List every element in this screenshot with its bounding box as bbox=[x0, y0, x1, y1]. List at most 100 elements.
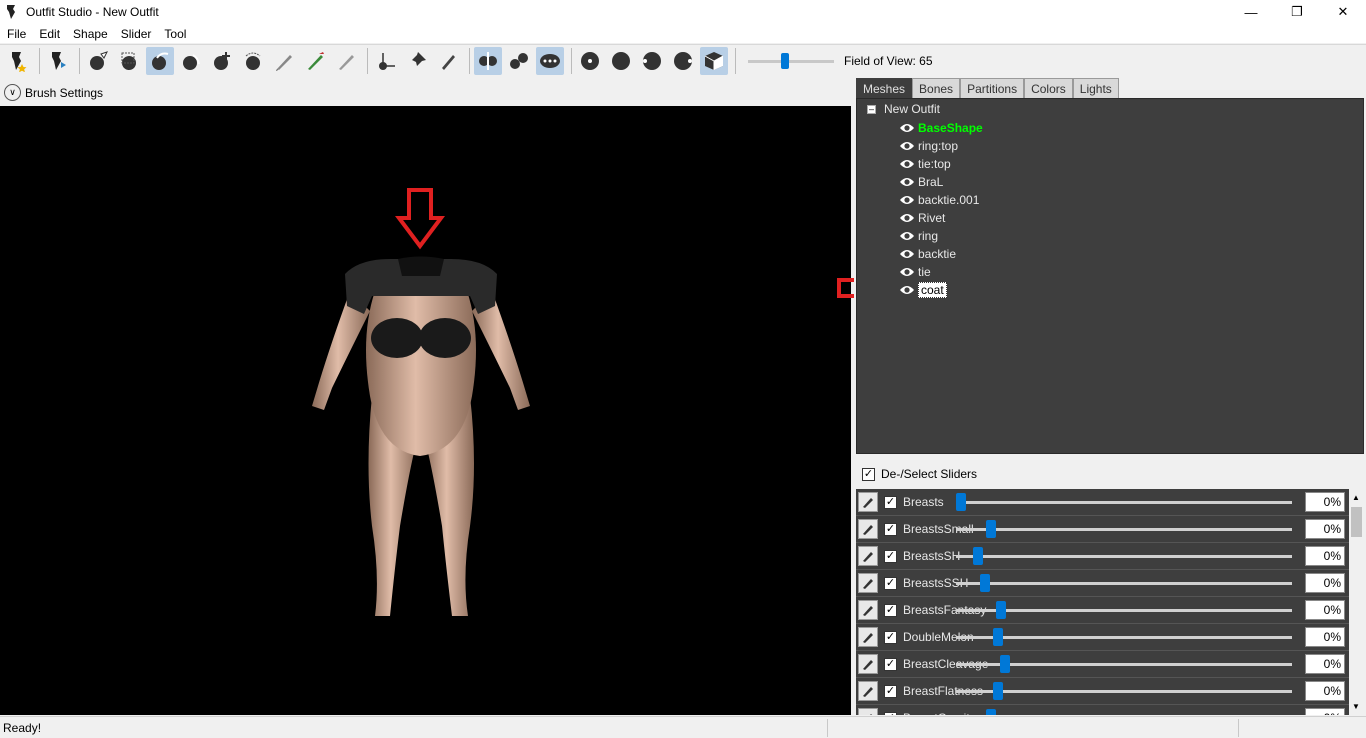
scroll-up-icon[interactable]: ▲ bbox=[1352, 493, 1360, 502]
mesh-item[interactable]: Rivet bbox=[899, 209, 983, 227]
slider-track[interactable] bbox=[956, 609, 1292, 612]
edit-slider-button[interactable] bbox=[858, 492, 878, 512]
sliders-header[interactable]: ✓ De-/Select Sliders bbox=[856, 462, 1364, 486]
slider-thumb[interactable] bbox=[980, 574, 990, 592]
eye-icon[interactable] bbox=[899, 284, 915, 296]
slider-checkbox[interactable]: ✓ bbox=[884, 657, 897, 671]
mesh-item[interactable]: backtie.001 bbox=[899, 191, 983, 209]
slider-track[interactable] bbox=[956, 582, 1292, 585]
close-button[interactable]: ✕ bbox=[1320, 0, 1366, 24]
edit-slider-button[interactable] bbox=[858, 627, 878, 647]
slider-thumb[interactable] bbox=[986, 709, 996, 715]
eye-icon[interactable] bbox=[899, 230, 915, 242]
minimize-button[interactable]: — bbox=[1228, 0, 1274, 24]
mesh-item[interactable]: ring:top bbox=[899, 137, 983, 155]
view-back-button[interactable] bbox=[607, 47, 635, 75]
slider-checkbox[interactable]: ✓ bbox=[884, 630, 897, 644]
slider-value-field[interactable]: 0% bbox=[1305, 519, 1345, 539]
mesh-item[interactable]: ring bbox=[899, 227, 983, 245]
slider-value-field[interactable]: 0% bbox=[1305, 654, 1345, 674]
move-tool-button[interactable] bbox=[208, 47, 236, 75]
edit-slider-button[interactable] bbox=[858, 600, 878, 620]
view-front-button[interactable] bbox=[576, 47, 604, 75]
scroll-down-icon[interactable]: ▼ bbox=[1352, 702, 1360, 711]
mesh-item[interactable]: coat bbox=[899, 281, 983, 299]
tab-lights[interactable]: Lights bbox=[1072, 78, 1119, 98]
slider-thumb[interactable] bbox=[996, 601, 1006, 619]
menu-shape[interactable]: Shape bbox=[66, 27, 114, 41]
tab-partitions[interactable]: Partitions bbox=[960, 78, 1025, 98]
3d-viewport[interactable] bbox=[0, 106, 851, 715]
inflate-tool-button[interactable] bbox=[146, 46, 174, 75]
save-project-button[interactable] bbox=[44, 47, 72, 75]
fov-slider[interactable] bbox=[748, 51, 834, 71]
mask-tool-button[interactable] bbox=[115, 47, 143, 75]
tab-colors[interactable]: Colors bbox=[1024, 78, 1073, 98]
edit-slider-button[interactable] bbox=[858, 546, 878, 566]
view-right-button[interactable] bbox=[669, 47, 697, 75]
slider-checkbox[interactable]: ✓ bbox=[884, 549, 897, 563]
edit-slider-button[interactable] bbox=[858, 708, 878, 715]
global-brush-button[interactable] bbox=[536, 46, 564, 75]
eye-icon[interactable] bbox=[899, 122, 915, 134]
smooth-tool-button[interactable] bbox=[239, 47, 267, 75]
slider-list-scrollbar[interactable]: ▲ ▼ bbox=[1349, 489, 1364, 715]
brush-settings-bar[interactable]: ∨ Brush Settings bbox=[0, 80, 852, 105]
edit-slider-button[interactable] bbox=[858, 654, 878, 674]
slider-value-field[interactable]: 0% bbox=[1305, 708, 1345, 715]
x-mirror-button[interactable] bbox=[474, 46, 502, 75]
chevron-down-icon[interactable]: ∨ bbox=[4, 84, 21, 101]
slider-value-field[interactable]: 0% bbox=[1305, 546, 1345, 566]
tab-meshes[interactable]: Meshes bbox=[856, 78, 913, 98]
edit-slider-button[interactable] bbox=[858, 573, 878, 593]
mesh-tree[interactable]: – New Outfit BaseShape ring:top tie:top Bra… bbox=[856, 98, 1364, 454]
select-tool-button[interactable] bbox=[84, 47, 112, 75]
eye-icon[interactable] bbox=[899, 194, 915, 206]
restore-button[interactable]: ❐ bbox=[1274, 0, 1320, 24]
slider-checkbox[interactable]: ✓ bbox=[884, 684, 897, 698]
color-tool-button[interactable] bbox=[301, 47, 329, 75]
menu-file[interactable]: File bbox=[0, 27, 32, 41]
slider-value-field[interactable]: 0% bbox=[1305, 492, 1345, 512]
mesh-item[interactable]: tie bbox=[899, 263, 983, 281]
slider-thumb[interactable] bbox=[986, 520, 996, 538]
transform-tool-button[interactable] bbox=[372, 47, 400, 75]
slider-checkbox[interactable]: ✓ bbox=[884, 522, 897, 536]
mesh-item[interactable]: BaseShape bbox=[899, 119, 983, 137]
slider-thumb[interactable] bbox=[1000, 655, 1010, 673]
slider-thumb[interactable] bbox=[956, 493, 966, 511]
scrollbar-thumb[interactable] bbox=[1351, 507, 1362, 537]
alpha-tool-button[interactable] bbox=[332, 47, 360, 75]
slider-track[interactable] bbox=[956, 690, 1292, 693]
pivot-tool-button[interactable] bbox=[403, 47, 431, 75]
perspective-toggle-button[interactable] bbox=[700, 46, 728, 75]
fov-slider-thumb[interactable] bbox=[781, 52, 789, 69]
menu-tool[interactable]: Tool bbox=[157, 27, 192, 41]
view-left-button[interactable] bbox=[638, 47, 666, 75]
slider-checkbox[interactable]: ✓ bbox=[884, 495, 897, 509]
connected-only-button[interactable] bbox=[505, 47, 533, 75]
tab-bones[interactable]: Bones bbox=[912, 78, 961, 98]
slider-value-field[interactable]: 0% bbox=[1305, 681, 1345, 701]
eye-icon[interactable] bbox=[899, 176, 915, 188]
select-all-sliders-checkbox[interactable]: ✓ bbox=[862, 467, 875, 481]
collapse-minus-icon[interactable]: – bbox=[867, 104, 876, 114]
edit-slider-button[interactable] bbox=[858, 681, 878, 701]
mesh-item[interactable]: tie:top bbox=[899, 155, 983, 173]
slider-checkbox[interactable]: ✓ bbox=[884, 603, 897, 617]
edit-slider-button[interactable] bbox=[858, 519, 878, 539]
slider-value-field[interactable]: 0% bbox=[1305, 573, 1345, 593]
eye-icon[interactable] bbox=[899, 212, 915, 224]
slider-thumb[interactable] bbox=[993, 682, 1003, 700]
eye-icon[interactable] bbox=[899, 158, 915, 170]
slider-track[interactable] bbox=[956, 501, 1292, 504]
slider-value-field[interactable]: 0% bbox=[1305, 627, 1345, 647]
tree-root[interactable]: – New Outfit bbox=[867, 102, 940, 116]
slider-track[interactable] bbox=[956, 528, 1292, 531]
deflate-tool-button[interactable] bbox=[177, 47, 205, 75]
slider-thumb[interactable] bbox=[973, 547, 983, 565]
slider-track[interactable] bbox=[956, 555, 1292, 558]
menu-edit[interactable]: Edit bbox=[32, 27, 66, 41]
slider-checkbox[interactable]: ✓ bbox=[884, 576, 897, 590]
slider-checkbox[interactable]: ✓ bbox=[884, 711, 897, 715]
